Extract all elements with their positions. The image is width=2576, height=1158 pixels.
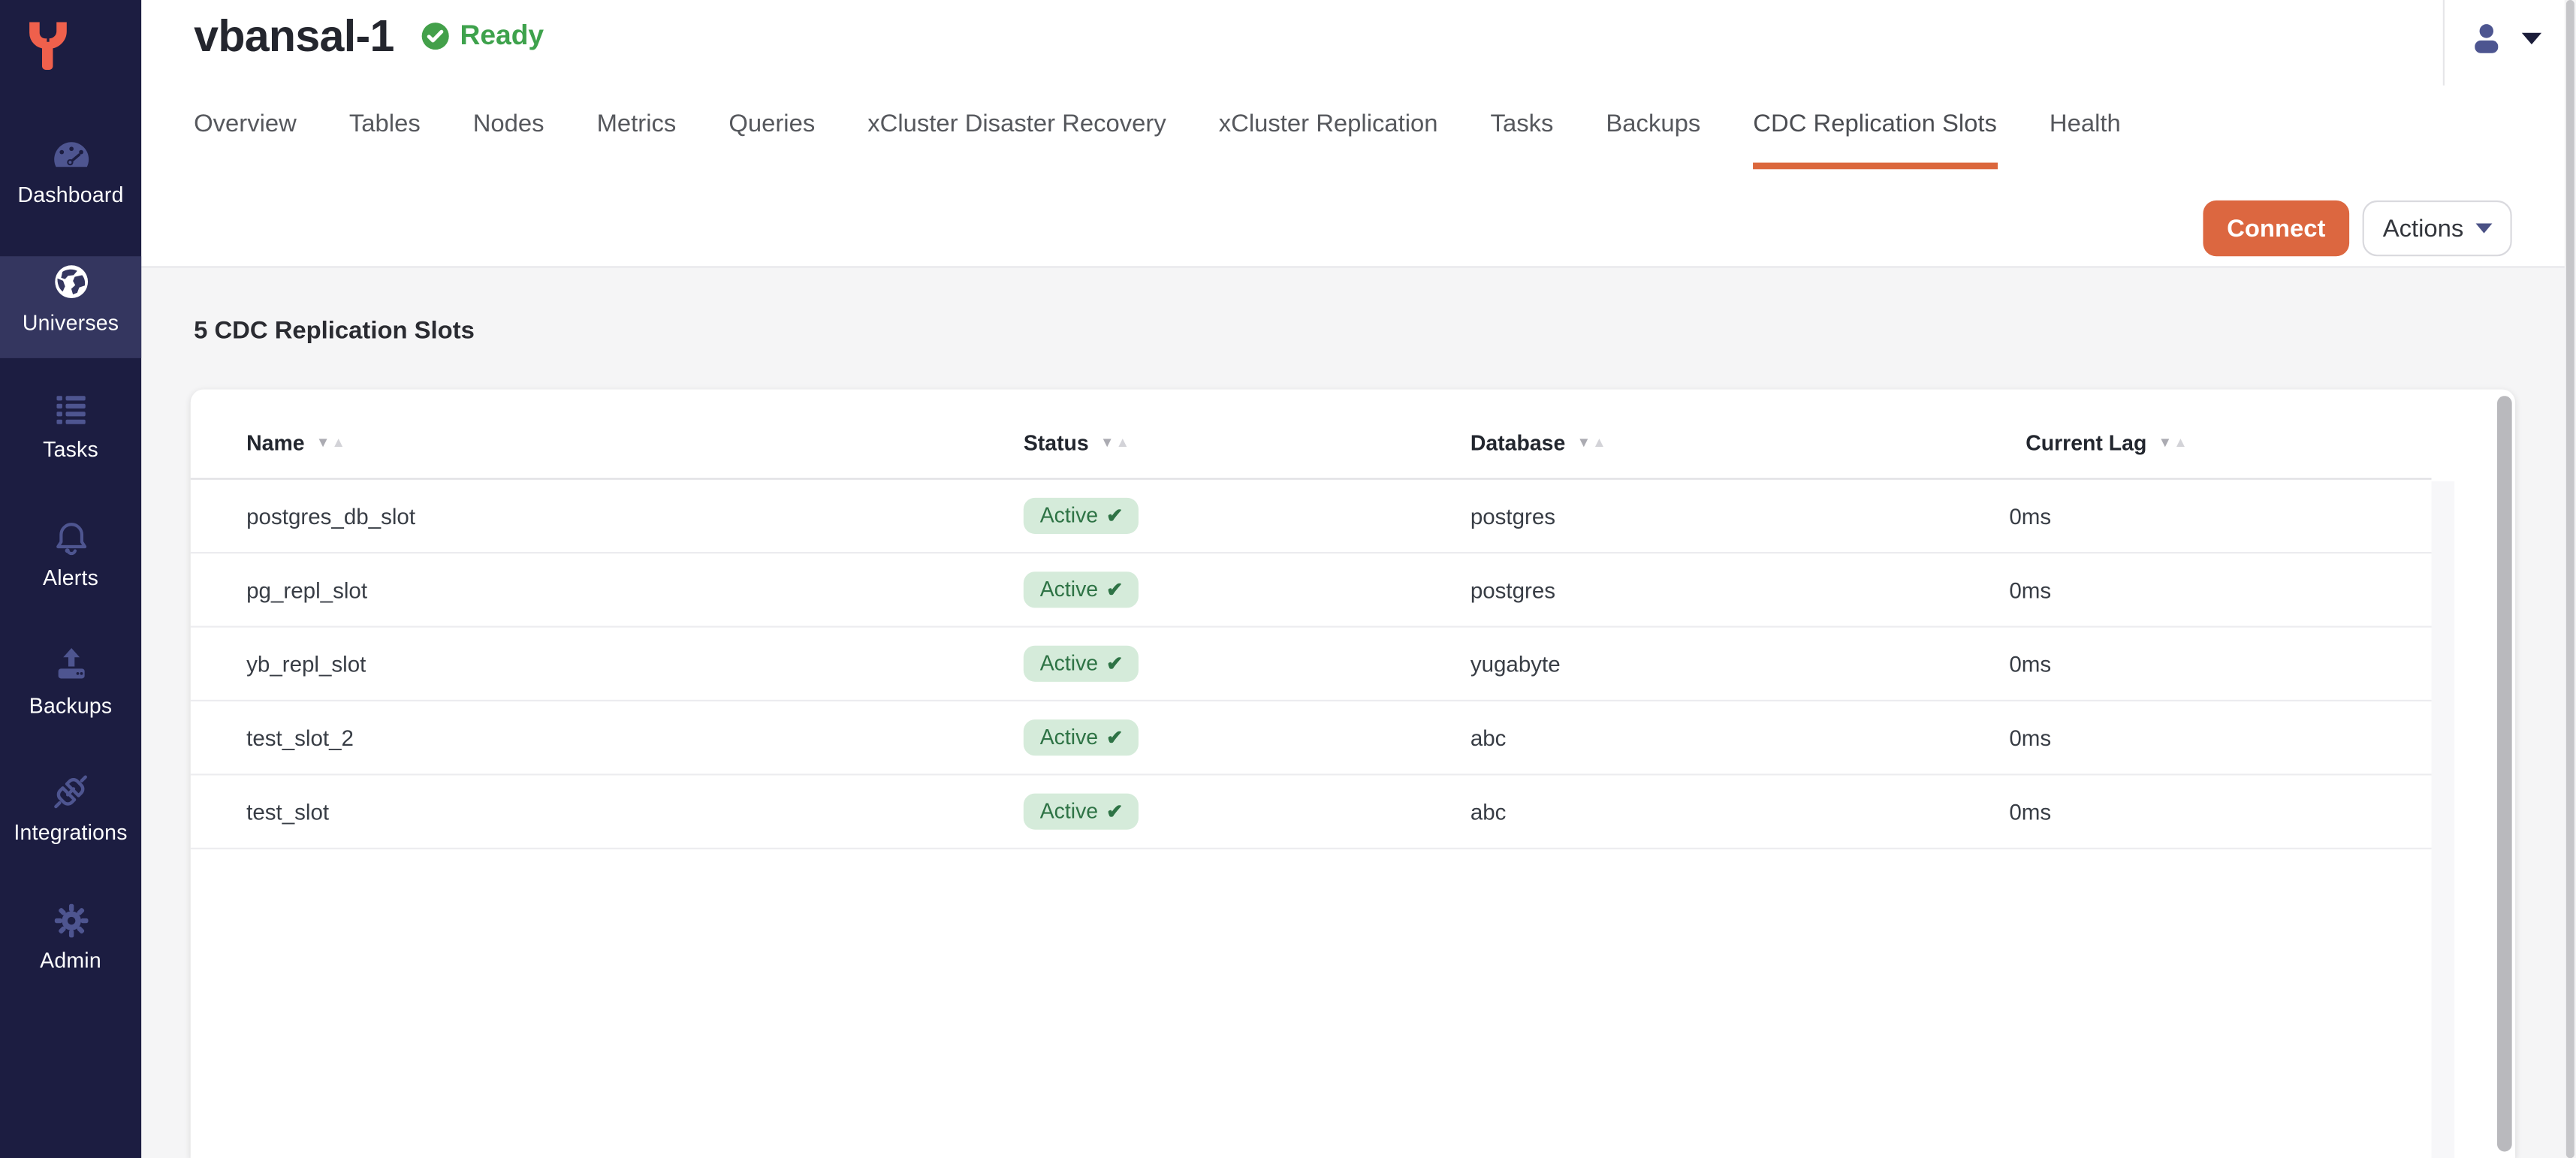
tab-queries[interactable]: Queries — [728, 108, 815, 169]
check-icon: ✔ — [1106, 799, 1123, 822]
sidebar-item-dashboard[interactable]: Dashboard — [0, 128, 141, 231]
universe-header: vbansal-1 Ready Overview Tables Nodes Me… — [141, 0, 2576, 268]
sidebar-item-integrations[interactable]: Integrations — [0, 766, 141, 868]
header-divider — [2443, 0, 2445, 86]
tab-xcluster-disaster-recovery[interactable]: xCluster Disaster Recovery — [867, 108, 1166, 169]
user-avatar-icon — [2468, 19, 2505, 56]
check-circle-icon — [421, 21, 450, 50]
chevron-down-icon — [2522, 32, 2541, 44]
tab-xcluster-replication[interactable]: xCluster Replication — [1219, 108, 1438, 169]
tab-tables[interactable]: Tables — [349, 108, 421, 169]
slot-name-cell: test_slot_2 — [246, 725, 1024, 750]
chevron-down-icon — [2475, 224, 2492, 234]
sidebar-item-label: Dashboard — [18, 182, 124, 207]
sidebar-item-label: Integrations — [14, 821, 127, 846]
integrations-plug-icon — [50, 771, 92, 814]
universe-tabs: Overview Tables Nodes Metrics Queries xC… — [194, 108, 2121, 169]
table-row[interactable]: pg_repl_slot Active✔ postgres 0ms — [191, 553, 2432, 627]
status-label: Ready — [460, 20, 544, 53]
actions-button-label: Actions — [2383, 214, 2464, 242]
status-badge: Active✔ — [1024, 794, 1139, 830]
tab-backups[interactable]: Backups — [1606, 108, 1700, 169]
database-cell: yugabyte — [1470, 651, 2010, 676]
sidebar-item-universes[interactable]: Universes — [0, 256, 141, 358]
sort-icon[interactable]: ▼▲ — [2158, 435, 2189, 449]
page-scrollbar[interactable] — [2565, 0, 2576, 1158]
tab-cdc-replication-slots[interactable]: CDC Replication Slots — [1753, 108, 1997, 169]
table-scroll-gutter — [2432, 481, 2455, 1158]
universes-globe-icon — [50, 261, 92, 303]
column-header-database[interactable]: Database ▼▲ — [1470, 430, 2010, 454]
sidebar-item-label: Admin — [40, 948, 101, 973]
tab-health[interactable]: Health — [2050, 108, 2121, 169]
sidebar-item-label: Universes — [23, 310, 119, 335]
slots-table-card: Name ▼▲ Status ▼▲ Database ▼▲ Current La… — [191, 389, 2515, 1158]
table-row[interactable]: postgres_db_slot Active✔ postgres 0ms — [191, 480, 2432, 553]
universe-status: Ready — [421, 20, 544, 53]
check-icon: ✔ — [1106, 651, 1123, 674]
sidebar: Dashboard Universes — [0, 0, 141, 1158]
tab-tasks[interactable]: Tasks — [1491, 108, 1554, 169]
page-scrollbar-thumb[interactable] — [2566, 0, 2574, 1158]
database-cell: postgres — [1470, 577, 2010, 602]
actions-button[interactable]: Actions — [2363, 201, 2512, 256]
status-badge: Active✔ — [1024, 719, 1139, 755]
database-cell: abc — [1470, 799, 2010, 824]
table-row[interactable]: yb_repl_slot Active✔ yugabyte 0ms — [191, 628, 2432, 701]
tab-overview[interactable]: Overview — [194, 108, 297, 169]
sidebar-item-admin[interactable]: Admin — [0, 894, 141, 996]
current-lag-cell: 0ms — [2009, 577, 2431, 602]
sort-icon[interactable]: ▼▲ — [316, 435, 347, 449]
sort-icon[interactable]: ▼▲ — [1100, 435, 1131, 449]
admin-gear-icon — [50, 899, 92, 942]
check-icon: ✔ — [1106, 503, 1123, 526]
yugabyte-logo-icon[interactable] — [26, 20, 69, 72]
sidebar-item-label: Backups — [29, 693, 113, 718]
check-icon: ✔ — [1106, 725, 1123, 749]
column-header-status[interactable]: Status ▼▲ — [1024, 430, 1470, 454]
tasks-list-icon — [51, 388, 91, 431]
status-badge: Active✔ — [1024, 498, 1139, 534]
current-lag-cell: 0ms — [2009, 725, 2431, 750]
connect-button[interactable]: Connect — [2203, 201, 2349, 256]
status-badge: Active✔ — [1024, 646, 1139, 682]
card-scrollbar-thumb[interactable] — [2497, 396, 2512, 1151]
sidebar-item-alerts[interactable]: Alerts — [0, 511, 141, 613]
dashboard-gauge-icon — [49, 133, 93, 176]
slot-name-cell: postgres_db_slot — [246, 503, 1024, 528]
sidebar-item-backups[interactable]: Backups — [0, 638, 141, 740]
check-icon: ✔ — [1106, 577, 1123, 601]
sidebar-item-tasks[interactable]: Tasks — [0, 384, 141, 486]
table-row[interactable]: test_slot_2 Active✔ abc 0ms — [191, 701, 2432, 775]
slot-name-cell: yb_repl_slot — [246, 651, 1024, 676]
sidebar-item-label: Alerts — [43, 565, 98, 590]
column-header-current-lag[interactable]: Current Lag ▼▲ — [2009, 430, 2431, 454]
cdc-replication-slots-panel: 5 CDC Replication Slots Name ▼▲ Status ▼… — [141, 268, 2576, 1158]
current-lag-cell: 0ms — [2009, 503, 2431, 528]
table-row[interactable]: test_slot Active✔ abc 0ms — [191, 776, 2432, 849]
current-lag-cell: 0ms — [2009, 651, 2431, 676]
current-lag-cell: 0ms — [2009, 799, 2431, 824]
slot-name-cell: pg_repl_slot — [246, 577, 1024, 602]
sidebar-menu: Dashboard Universes — [0, 128, 141, 1022]
database-cell: postgres — [1470, 503, 2010, 528]
slot-name-cell: test_slot — [246, 799, 1024, 824]
column-header-name[interactable]: Name ▼▲ — [246, 430, 1024, 454]
alerts-bell-icon — [50, 516, 92, 559]
sort-icon[interactable]: ▼▲ — [1577, 435, 1608, 449]
user-menu-button[interactable] — [2468, 10, 2553, 65]
table-header-row: Name ▼▲ Status ▼▲ Database ▼▲ Current La… — [191, 389, 2432, 479]
database-cell: abc — [1470, 725, 2010, 750]
app-window: Dashboard Universes — [0, 0, 2576, 1158]
status-badge: Active✔ — [1024, 571, 1139, 608]
tab-metrics[interactable]: Metrics — [597, 108, 677, 169]
universe-title: vbansal-1 — [194, 11, 394, 62]
tab-nodes[interactable]: Nodes — [473, 108, 544, 169]
backups-upload-icon — [50, 644, 92, 686]
slots-count-heading: 5 CDC Replication Slots — [194, 317, 475, 345]
sidebar-item-label: Tasks — [43, 438, 98, 463]
